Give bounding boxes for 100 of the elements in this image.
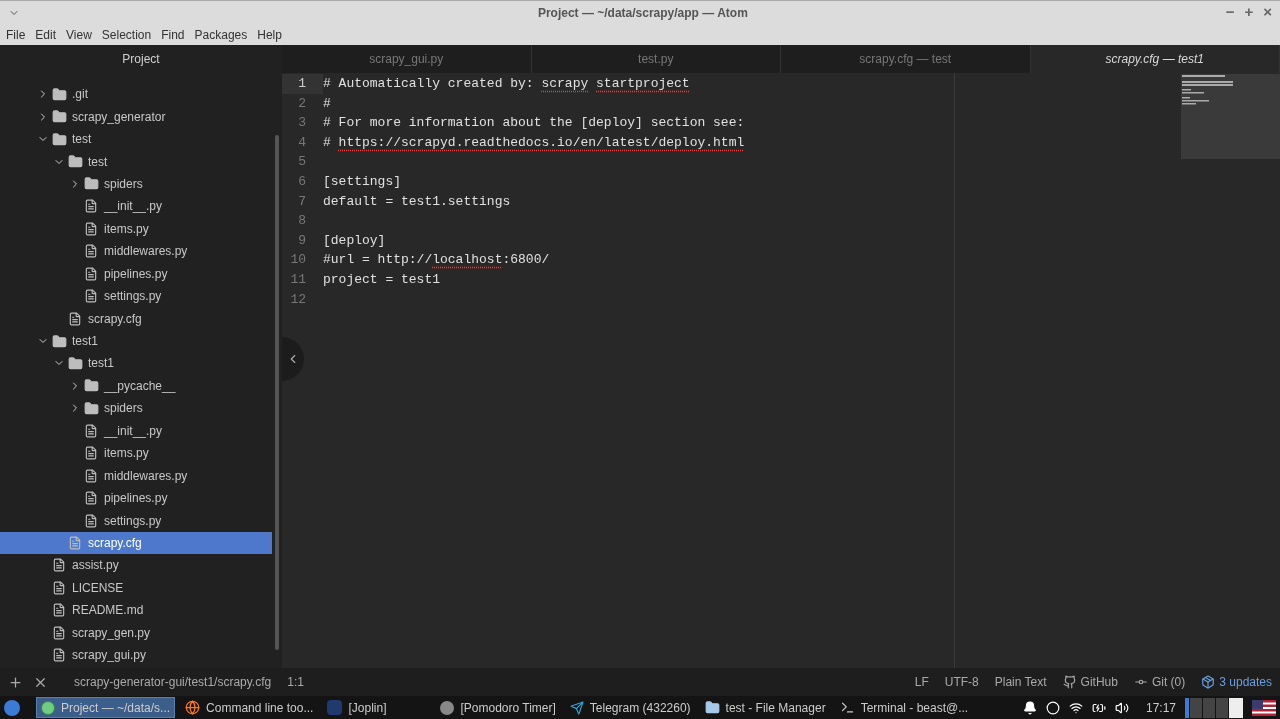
tree-item[interactable]: items.py [0,217,272,241]
menu-item[interactable]: Edit [35,25,57,44]
tree-item[interactable]: test [0,127,272,151]
tree-item[interactable]: scrapy.cfg [0,307,272,330]
code-line: [settings] [323,172,402,191]
tree-item[interactable]: assist.py [0,554,272,577]
tree-item[interactable]: scrapy_gen.py [0,621,272,644]
line-ending[interactable]: LF [914,673,929,691]
github-link[interactable]: GitHub [1080,673,1118,691]
tree-item[interactable]: __init__.py [0,419,272,442]
menu-item[interactable]: Help [257,25,282,44]
menu-item[interactable]: Find [161,25,185,44]
folder-icon [68,154,83,170]
tree-item[interactable]: settings.py [0,284,272,308]
git-status[interactable]: Git (0) [1151,673,1186,691]
code-line: project = test1 [323,270,442,289]
window-title: Project — ~/data/scrapy/app — Atom [537,4,748,22]
code-line: default = test1.settings [323,192,512,211]
volume-icon[interactable] [1114,700,1129,715]
file-icon [84,244,98,259]
tree-item[interactable]: middlewares.py [0,464,272,487]
file-icon [68,535,82,550]
code-line: [deploy] [323,231,387,250]
tree-item[interactable]: README.md [0,599,272,622]
task-button[interactable]: Telegram (432260) [565,697,695,718]
file-path[interactable]: scrapy-generator-gui/test1/scrapy.cfg [74,673,272,691]
workspace-pager-drawing[interactable] [1185,697,1243,718]
folder-icon [52,333,67,349]
tree-item[interactable]: spiders [0,397,272,420]
line-number: 1 [282,74,323,94]
folder-icon [84,400,99,416]
tree-item[interactable]: middlewares.py [0,240,272,263]
circle-icon[interactable] [1045,700,1060,715]
tree-item[interactable]: .git [0,83,272,106]
task-button[interactable]: Project — ~/data/s... [36,697,176,718]
tree-item[interactable]: scrapy_gui.py [0,643,272,667]
tree-item[interactable]: test [0,150,272,173]
tree-item[interactable]: test1 [0,329,272,353]
editor-tab[interactable]: scrapy.cfg — test1 [1030,45,1280,73]
file-icon [84,221,98,236]
cursor-position[interactable]: 1:1 [287,673,304,691]
tree-item[interactable]: scrapy_generator [0,105,272,128]
window-control[interactable]: − [1225,1,1235,24]
tree-item[interactable]: LICENSE [0,576,272,600]
file-icon [84,423,98,438]
window-control[interactable]: × [1263,1,1272,24]
task-button[interactable]: test - File Manager [700,697,830,718]
editor-tab[interactable]: scrapy.cfg — test [781,45,1031,73]
folder-icon [52,86,67,102]
editor-tab[interactable]: scrapy_gui.py [282,45,532,73]
wifi-icon[interactable] [1068,700,1083,715]
encoding[interactable]: UTF-8 [944,673,979,691]
code-line: # For more information about the [deploy] section see: [323,114,746,133]
file-icon [84,266,98,281]
line-number: 8 [297,212,307,231]
file-icon [84,491,98,506]
editor-tab[interactable]: test.py [531,45,781,73]
tree-item[interactable]: test1 [0,352,272,375]
add-icon[interactable] [8,674,23,690]
folder-icon [704,700,720,715]
task-button[interactable]: Command line too... [181,697,318,718]
tree-item[interactable]: pipelines.py [0,486,272,510]
updates-link[interactable]: 3 updates [1219,673,1272,691]
app-icon [41,700,55,715]
line-number: 7 [297,192,307,211]
menu-item[interactable]: View [66,25,92,44]
menu-item[interactable]: Selection [101,25,152,44]
file-icon [84,199,98,214]
flag-icon[interactable] [1252,699,1276,716]
tree-item[interactable]: items.py [0,442,272,465]
folder-icon [52,131,67,147]
scrollbar-thumb[interactable] [275,135,279,650]
task-button[interactable]: [Joplin] [323,697,391,718]
file-icon [84,289,98,304]
window-control[interactable]: + [1244,1,1254,24]
tree-item[interactable]: __init__.py [0,195,272,218]
tree-item[interactable]: settings.py [0,509,272,532]
menu-item[interactable]: File [6,25,26,44]
tree-item[interactable]: pipelines.py [0,262,272,285]
clock[interactable]: 17:17 [1145,698,1176,717]
tree-item[interactable]: spiders [0,172,272,196]
line-number: 12 [289,290,307,309]
line-number: 2 [297,94,307,113]
start-menu-icon[interactable] [4,699,20,716]
folder-icon [84,378,99,394]
code-line: # https://scrapyd.readthedocs.io/en/latest/deploy.html [323,133,746,152]
terminal-icon [839,700,855,715]
task-button[interactable]: [Pomodoro Timer] [436,697,560,718]
bell-icon[interactable] [1022,700,1037,715]
tree-item[interactable]: scrapy.cfg [0,531,272,555]
tree-item[interactable]: __pycache__ [0,374,272,398]
code-line: #url = http://localhost:6800/ [323,251,551,270]
task-button[interactable]: Terminal - beast@... [835,697,973,718]
menu-item[interactable]: Packages [194,25,248,44]
line-number: 11 [289,270,307,289]
send-icon [569,700,584,715]
line-number: 5 [297,153,307,172]
app-icon [327,700,343,715]
file-icon [52,625,66,640]
grammar[interactable]: Plain Text [994,673,1047,691]
